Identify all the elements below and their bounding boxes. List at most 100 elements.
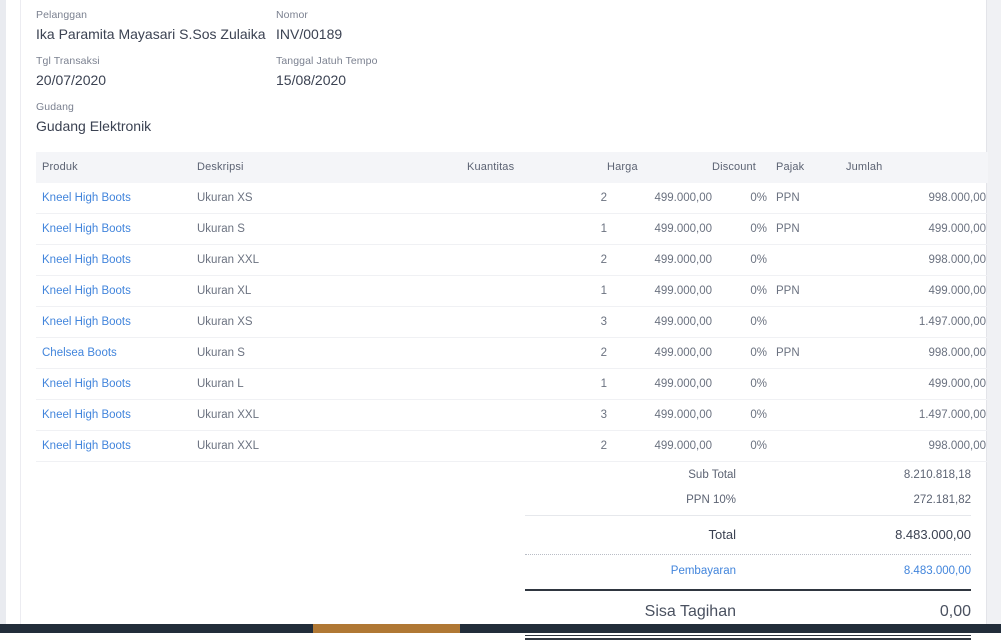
cell-harga: 499.000,00 xyxy=(607,213,712,245)
invoice-document: Pelanggan Ika Paramita Mayasari S.Sos Zu… xyxy=(22,0,988,640)
cell-kuantitas: 1 xyxy=(467,213,607,245)
cell-produk: Kneel High Boots xyxy=(36,213,197,245)
cell-deskripsi: Ukuran L xyxy=(197,368,467,400)
cell-harga: 499.000,00 xyxy=(607,337,712,369)
cell-jumlah: 1.497.000,00 xyxy=(846,399,988,431)
subtotal-value: 8.210.818,18 xyxy=(903,468,971,481)
cell-kuantitas: 3 xyxy=(467,306,607,338)
field-tgl-transaksi-value: 20/07/2020 xyxy=(36,72,107,88)
cell-jumlah: 499.000,00 xyxy=(846,275,988,307)
cell-pajak xyxy=(767,306,846,338)
table-row: Kneel High Boots Ukuran XXL 2 499.000,00 0% 9… xyxy=(36,430,988,462)
field-jatuh-tempo-value: 15/08/2020 xyxy=(276,72,347,88)
cell-discount: 0% xyxy=(712,368,767,400)
cell-kuantitas: 2 xyxy=(467,244,607,276)
bottom-status-bar-accent xyxy=(313,624,460,633)
bottom-status-bar xyxy=(0,624,1001,633)
cell-produk: Kneel High Boots xyxy=(36,183,197,214)
cell-discount: 0% xyxy=(712,337,767,369)
cell-discount: 0% xyxy=(712,275,767,307)
subtotal-label: Sub Total xyxy=(688,468,736,481)
cell-jumlah: 1.497.000,00 xyxy=(846,306,988,338)
cell-kuantitas: 2 xyxy=(467,430,607,462)
table-row: Chelsea Boots Ukuran S 2 499.000,00 0% PPN 998… xyxy=(36,337,988,369)
cell-jumlah: 998.000,00 xyxy=(846,183,988,214)
page-margin-left xyxy=(6,0,21,633)
totals-panel: Sub Total 8.210.818,18 PPN 10% 272.181,8… xyxy=(525,462,971,640)
cell-jumlah: 998.000,00 xyxy=(846,337,988,369)
total-value: 8.483.000,00 xyxy=(895,526,971,542)
cell-kuantitas: 1 xyxy=(467,275,607,307)
remaining-due-label: Sisa Tagihan xyxy=(644,603,736,620)
field-nomor: Nomor INV/00189 xyxy=(276,8,342,44)
column-header-pajak: Pajak xyxy=(767,152,846,183)
cell-discount: 0% xyxy=(712,306,767,338)
field-tgl-transaksi: Tgl Transaksi 20/07/2020 xyxy=(36,54,106,90)
field-nomor-value: INV/00189 xyxy=(276,26,343,42)
field-pelanggan-value: Ika Paramita Mayasari S.Sos Zulaika xyxy=(36,26,266,42)
column-header-produk: Produk xyxy=(36,152,197,183)
cell-produk: Kneel High Boots xyxy=(36,275,197,307)
table-row: Kneel High Boots Ukuran XL 1 499.000,00 0% PP… xyxy=(36,275,988,307)
product-link[interactable]: Kneel High Boots xyxy=(42,409,131,421)
cell-produk: Kneel High Boots xyxy=(36,368,197,400)
cell-harga: 499.000,00 xyxy=(607,275,712,307)
line-items-table: Produk Deskripsi Kuantitas Harga Discoun… xyxy=(36,152,988,462)
payment-value: 8.483.000,00 xyxy=(903,565,971,577)
cell-harga: 499.000,00 xyxy=(607,306,712,338)
product-link[interactable]: Kneel High Boots xyxy=(42,285,131,297)
cell-deskripsi: Ukuran XS xyxy=(197,183,467,214)
cell-jumlah: 499.000,00 xyxy=(846,213,988,245)
cell-discount: 0% xyxy=(712,183,767,214)
cell-harga: 499.000,00 xyxy=(607,244,712,276)
field-nomor-label: Nomor xyxy=(276,9,309,21)
cell-pajak xyxy=(767,244,846,276)
payment-row[interactable]: Pembayaran 8.483.000,00 xyxy=(525,555,971,587)
cell-kuantitas: 2 xyxy=(467,337,607,369)
cell-deskripsi: Ukuran XXL xyxy=(197,399,467,431)
cell-kuantitas: 2 xyxy=(467,183,607,214)
cell-discount: 0% xyxy=(712,244,767,276)
total-label: Total xyxy=(708,526,736,542)
table-row: Kneel High Boots Ukuran L 1 499.000,00 0% 499… xyxy=(36,368,988,400)
product-link[interactable]: Chelsea Boots xyxy=(42,347,117,359)
cell-discount: 0% xyxy=(712,399,767,431)
cell-pajak xyxy=(767,368,846,400)
cell-produk: Kneel High Boots xyxy=(36,306,197,338)
column-header-harga: Harga xyxy=(607,152,712,183)
table-row: Kneel High Boots Ukuran XXL 2 499.000,00 0% 9… xyxy=(36,244,988,276)
header-row-3: Gudang Gudang Elektronik xyxy=(36,100,736,146)
cell-discount: 0% xyxy=(712,430,767,462)
table-row: Kneel High Boots Ukuran XS 3 499.000,00 0% 1.… xyxy=(36,306,988,338)
field-tgl-transaksi-label: Tgl Transaksi xyxy=(36,55,100,67)
cell-produk: Kneel High Boots xyxy=(36,399,197,431)
cell-harga: 499.000,00 xyxy=(607,368,712,400)
product-link[interactable]: Kneel High Boots xyxy=(42,192,131,204)
product-link[interactable]: Kneel High Boots xyxy=(42,440,131,452)
cell-harga: 499.000,00 xyxy=(607,430,712,462)
product-link[interactable]: Kneel High Boots xyxy=(42,254,131,266)
remaining-due-value: 0,00 xyxy=(939,603,971,620)
cell-deskripsi: Ukuran XL xyxy=(197,275,467,307)
product-link[interactable]: Kneel High Boots xyxy=(42,223,131,235)
cell-pajak xyxy=(767,399,846,431)
cell-pajak xyxy=(767,430,846,462)
product-link[interactable]: Kneel High Boots xyxy=(42,378,131,390)
cell-pajak: PPN xyxy=(767,275,846,307)
column-header-discount: Discount xyxy=(712,152,767,183)
table-row: Kneel High Boots Ukuran XS 2 499.000,00 0% PP… xyxy=(36,183,988,214)
field-jatuh-tempo: Tanggal Jatuh Tempo 15/08/2020 xyxy=(276,54,378,90)
payment-link[interactable]: Pembayaran xyxy=(525,565,831,577)
field-pelanggan-label: Pelanggan xyxy=(36,9,88,21)
ppn-value: 272.181,82 xyxy=(913,493,971,506)
product-link[interactable]: Kneel High Boots xyxy=(42,316,131,328)
table-row: Kneel High Boots Ukuran XXL 3 499.000,00 0% 1… xyxy=(36,399,988,431)
field-gudang-value: Gudang Elektronik xyxy=(36,118,152,134)
field-gudang-label: Gudang xyxy=(36,101,74,113)
field-jatuh-tempo-label: Tanggal Jatuh Tempo xyxy=(276,55,378,67)
ppn-row: PPN 10% 272.181,82 xyxy=(525,487,971,512)
cell-discount: 0% xyxy=(712,213,767,245)
cell-pajak: PPN xyxy=(767,337,846,369)
total-row: Total 8.483.000,00 xyxy=(525,516,971,552)
column-header-jumlah: Jumlah xyxy=(846,152,988,183)
